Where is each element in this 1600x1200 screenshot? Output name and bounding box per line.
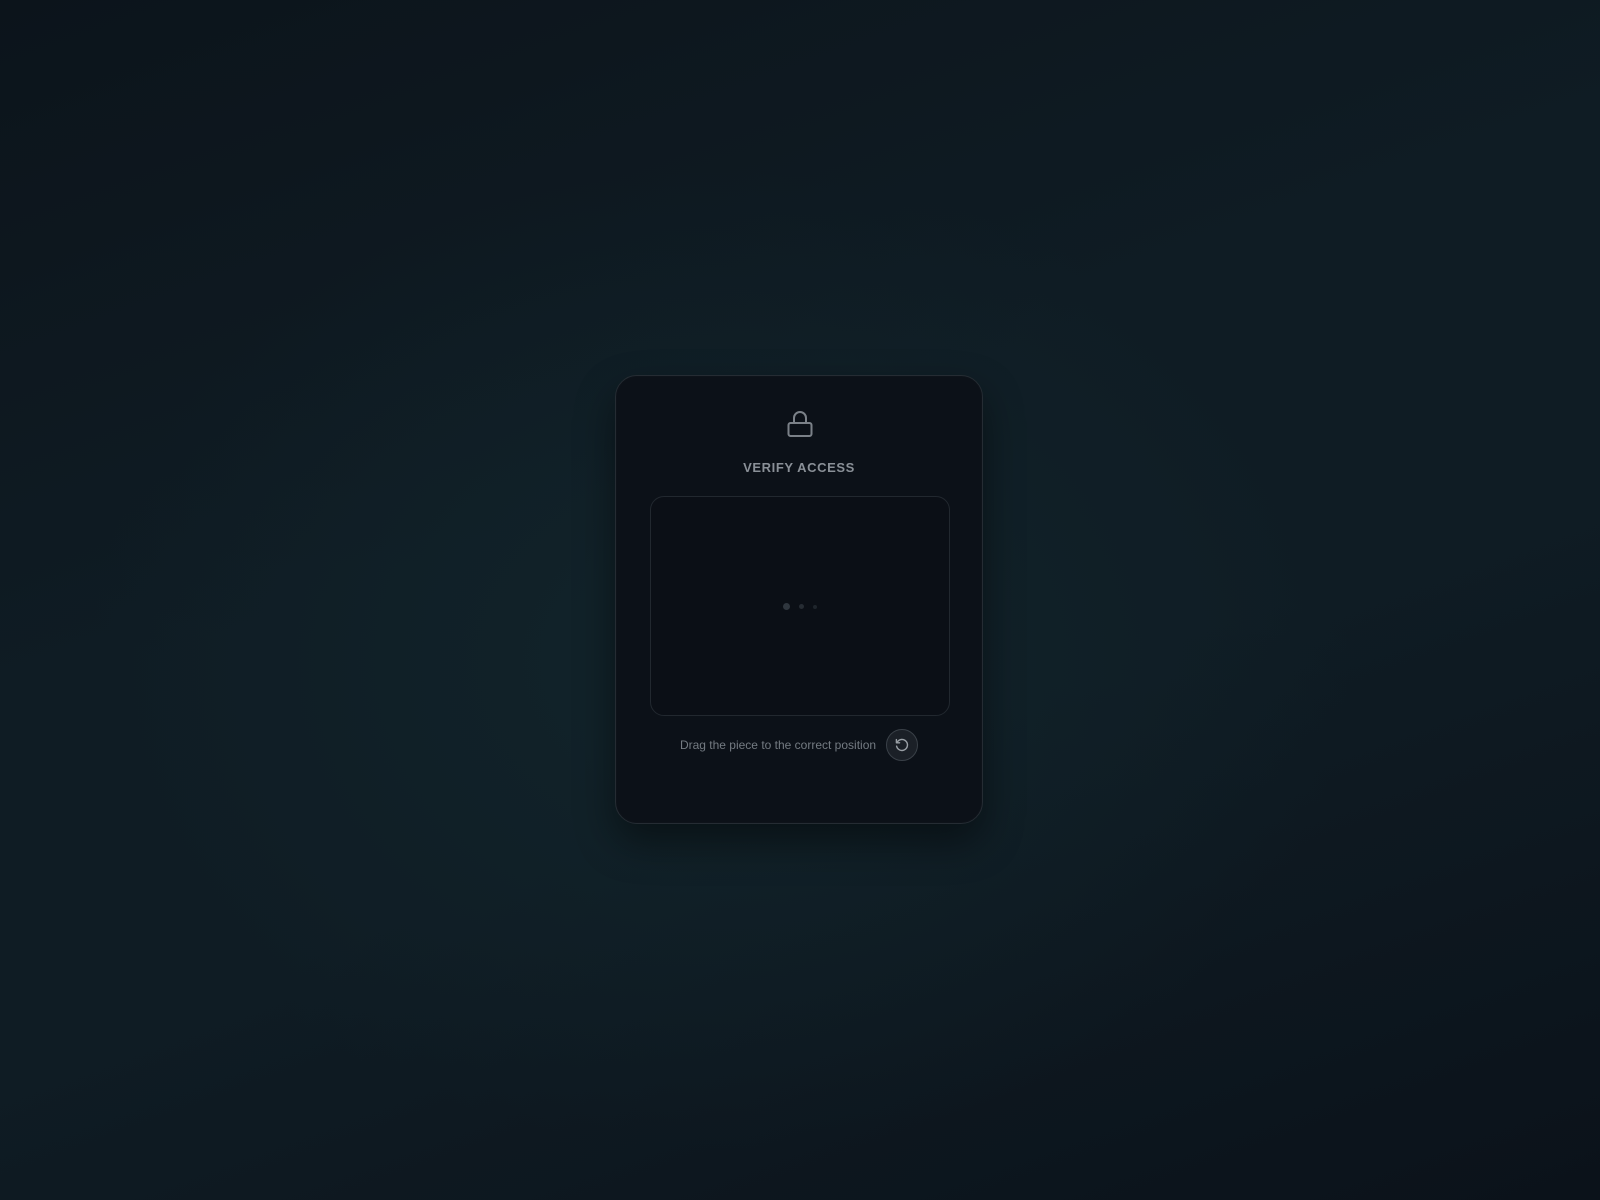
lock-icon [787, 411, 813, 437]
verification-card: VERIFY ACCESS Drag the piece to the corr… [615, 375, 983, 824]
loading-indicator [651, 603, 949, 610]
loading-dot [783, 603, 790, 610]
footer: Drag the piece to the correct position [616, 728, 982, 762]
loading-dot [813, 604, 817, 609]
puzzle-canvas[interactable] [650, 496, 950, 716]
refresh-icon [895, 738, 909, 752]
loading-dot [799, 604, 804, 609]
instruction-text: Drag the piece to the correct position [679, 738, 877, 752]
refresh-button[interactable] [886, 729, 919, 761]
card-title: VERIFY ACCESS [743, 460, 855, 475]
